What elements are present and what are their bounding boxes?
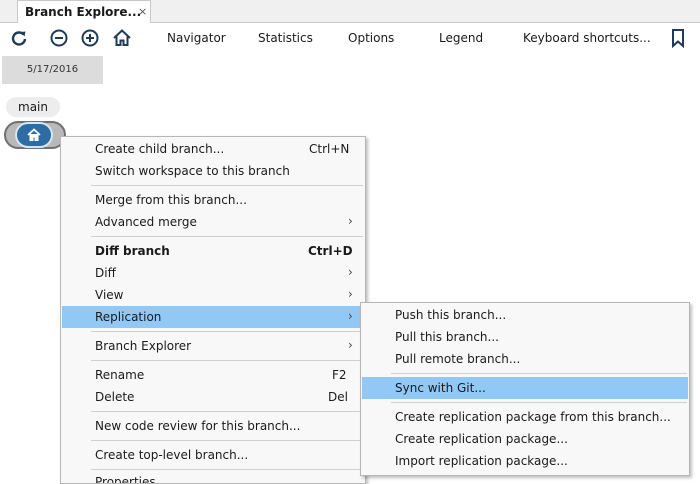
menu-item-diff-branch[interactable]: Diff branch Ctrl+D xyxy=(62,240,364,262)
menu-item-label: Diff xyxy=(95,266,116,280)
home-changeset-node[interactable] xyxy=(15,122,53,148)
statistics-link[interactable]: Statistics xyxy=(258,31,313,45)
menu-item-branch-explorer[interactable]: Branch Explorer › xyxy=(62,335,364,357)
tab-bar: Branch Explore... × xyxy=(0,0,700,23)
menu-item-label: Merge from this branch... xyxy=(95,193,247,207)
chevron-right-icon: › xyxy=(348,287,353,301)
menu-item-label: Import replication package... xyxy=(395,454,568,468)
menu-item-advanced-merge[interactable]: Advanced merge › xyxy=(62,211,364,233)
menu-item-label: Create replication package... xyxy=(395,432,568,446)
menu-item-label: Create replication package from this bra… xyxy=(395,410,671,424)
menu-item-label: Sync with Git... xyxy=(395,381,486,395)
menu-item-label: Create child branch... xyxy=(95,142,225,156)
menu-item-label: Properties xyxy=(95,475,156,483)
chevron-right-icon: › xyxy=(348,309,353,323)
menu-separator xyxy=(391,402,687,403)
menu-separator xyxy=(91,469,363,470)
menu-item-replication[interactable]: Replication › xyxy=(62,306,364,328)
date-column: 5/17/2016 xyxy=(2,56,103,84)
tab-close-icon[interactable]: × xyxy=(138,5,147,18)
menu-item-switch-workspace[interactable]: Switch workspace to this branch xyxy=(62,160,364,182)
menu-separator xyxy=(91,411,363,412)
menu-item-label: Create top-level branch... xyxy=(95,448,249,462)
menu-item-label: Pull remote branch... xyxy=(395,352,521,366)
menu-item-label: View xyxy=(95,288,124,302)
date-label: 5/17/2016 xyxy=(26,64,79,75)
menu-item-new-code-review[interactable]: New code review for this branch... xyxy=(62,415,364,437)
menu-item-label: Push this branch... xyxy=(395,308,507,322)
menu-separator xyxy=(91,185,363,186)
submenu-item-pull-branch[interactable]: Pull this branch... xyxy=(362,326,688,348)
menu-item-properties[interactable]: Properties xyxy=(62,473,364,483)
home-icon[interactable] xyxy=(111,27,133,49)
zoom-in-icon[interactable] xyxy=(79,27,101,49)
menu-item-shortcut: Ctrl+D xyxy=(308,244,353,258)
menu-separator xyxy=(91,236,363,237)
replication-submenu: Push this branch... Pull this branch... … xyxy=(360,302,690,476)
menu-separator xyxy=(91,360,363,361)
branch-label-main[interactable]: main xyxy=(6,97,60,117)
submenu-item-create-package[interactable]: Create replication package... xyxy=(362,428,688,450)
menu-item-create-top-level-branch[interactable]: Create top-level branch... xyxy=(62,444,364,466)
chevron-right-icon: › xyxy=(348,214,353,228)
menu-item-shortcut: Del xyxy=(328,390,348,404)
menu-separator xyxy=(91,331,363,332)
menu-item-shortcut: Ctrl+N xyxy=(309,142,350,156)
bookmark-icon[interactable] xyxy=(667,27,689,49)
menu-item-label: Diff branch xyxy=(95,244,170,258)
submenu-item-sync-with-git[interactable]: Sync with Git... xyxy=(362,377,688,399)
menu-item-label: Switch workspace to this branch xyxy=(95,164,290,178)
navigator-link[interactable]: Navigator xyxy=(167,31,226,45)
menu-item-label: New code review for this branch... xyxy=(95,419,301,433)
tab-branch-explorer[interactable]: Branch Explore... × xyxy=(17,0,151,23)
zoom-out-icon[interactable] xyxy=(48,27,70,49)
tab-title: Branch Explore... xyxy=(25,5,142,19)
menu-item-merge-from-branch[interactable]: Merge from this branch... xyxy=(62,189,364,211)
keyboard-shortcuts-link[interactable]: Keyboard shortcuts... xyxy=(523,31,651,45)
context-menu: Create child branch... Ctrl+N Switch wor… xyxy=(60,136,366,484)
menu-separator xyxy=(91,440,363,441)
menu-item-view[interactable]: View › xyxy=(62,284,364,306)
menu-item-label: Pull this branch... xyxy=(395,330,499,344)
chevron-right-icon: › xyxy=(348,265,353,279)
submenu-item-pull-remote-branch[interactable]: Pull remote branch... xyxy=(362,348,688,370)
menu-item-label: Delete xyxy=(95,390,135,404)
legend-link[interactable]: Legend xyxy=(439,31,483,45)
submenu-item-create-package-from-branch[interactable]: Create replication package from this bra… xyxy=(362,406,688,428)
options-link[interactable]: Options xyxy=(348,31,394,45)
menu-item-delete[interactable]: Delete Del xyxy=(62,386,364,408)
home-icon xyxy=(27,128,41,141)
menu-item-label: Branch Explorer xyxy=(95,339,192,353)
submenu-item-push-branch[interactable]: Push this branch... xyxy=(362,304,688,326)
refresh-icon[interactable] xyxy=(8,27,30,49)
menu-item-rename[interactable]: Rename F2 xyxy=(62,364,364,386)
menu-item-create-child-branch[interactable]: Create child branch... Ctrl+N xyxy=(62,138,364,160)
menu-item-label: Replication xyxy=(95,310,162,324)
menu-separator xyxy=(391,373,687,374)
submenu-item-import-package[interactable]: Import replication package... xyxy=(362,450,688,472)
menu-item-diff[interactable]: Diff › xyxy=(62,262,364,284)
menu-item-shortcut: F2 xyxy=(332,368,347,382)
toolbar: Navigator Statistics Options Legend Keyb… xyxy=(0,23,700,53)
chevron-right-icon: › xyxy=(348,338,353,352)
menu-item-label: Rename xyxy=(95,368,145,382)
menu-item-label: Advanced merge xyxy=(95,215,197,229)
